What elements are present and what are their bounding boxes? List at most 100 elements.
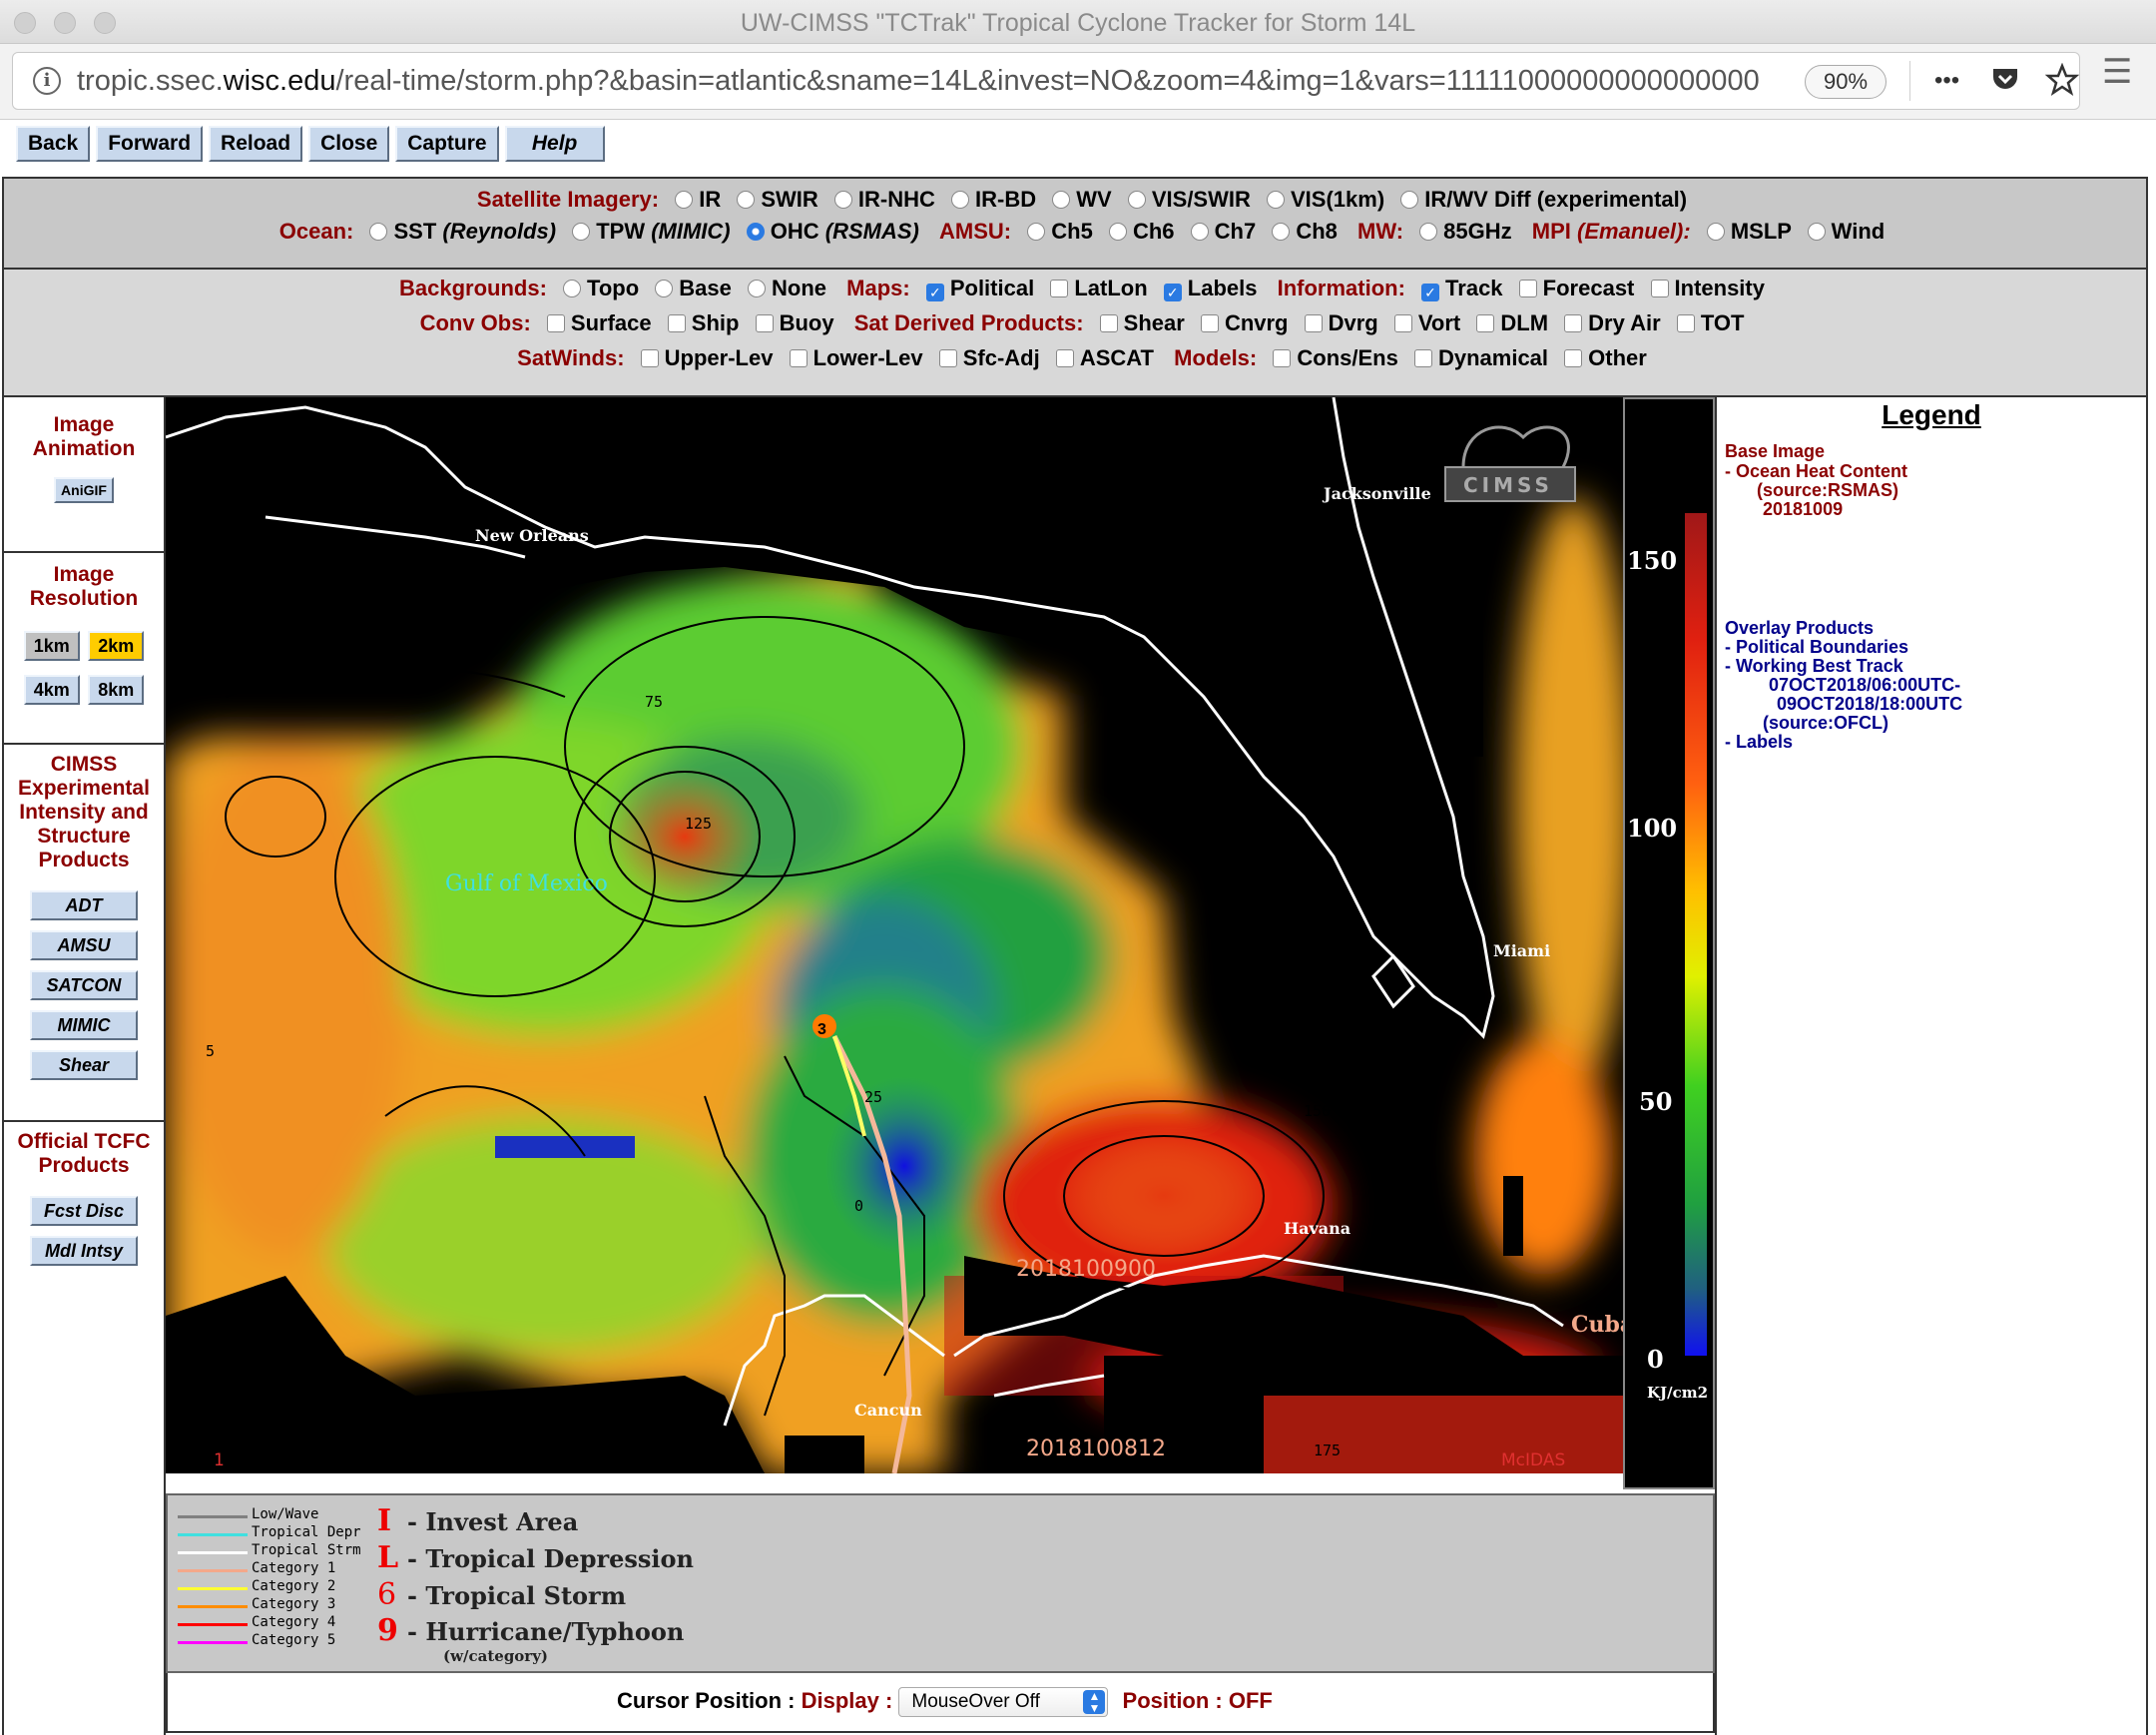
radio-icon[interactable] — [737, 191, 756, 209]
sat-vis1km-option[interactable]: VIS(1km) — [1267, 187, 1384, 212]
shear-button[interactable]: Shear — [30, 1050, 138, 1080]
radio-icon[interactable] — [1267, 191, 1285, 209]
hamburger-menu-icon[interactable]: ☰ — [2102, 52, 2132, 92]
checkbox-checked-icon[interactable]: ✓ — [925, 284, 944, 301]
amsu-ch6-option[interactable]: Ch6 — [1108, 219, 1175, 244]
models-dynamical-option[interactable]: Dynamical — [1413, 345, 1548, 370]
sd-dryair-option[interactable]: Dry Air — [1564, 310, 1661, 335]
radio-icon[interactable] — [748, 280, 767, 297]
forward-button[interactable]: Forward — [96, 126, 204, 162]
radio-icon[interactable] — [1052, 191, 1071, 209]
conv-ship-option[interactable]: Ship — [667, 310, 739, 335]
radio-selected-icon[interactable] — [746, 223, 765, 241]
maps-political-option[interactable]: ✓ Political — [925, 276, 1034, 301]
sw-ascat-option[interactable]: ASCAT — [1055, 345, 1154, 370]
checkbox-icon[interactable] — [1650, 280, 1669, 297]
sw-sfcadj-option[interactable]: Sfc-Adj — [938, 345, 1040, 370]
pocket-icon[interactable] — [1989, 63, 2021, 104]
address-bar[interactable]: i tropic.ssec.wisc.edu/real-time/storm.p… — [12, 52, 2080, 110]
radio-icon[interactable] — [369, 223, 388, 241]
ocean-tpw-option[interactable]: TPW (MIMIC) — [572, 219, 731, 244]
sw-lower-option[interactable]: Lower-Lev — [789, 345, 923, 370]
res-2km-button[interactable]: 2km — [88, 631, 145, 661]
info-icon[interactable]: i — [33, 67, 61, 95]
amsu-ch7-option[interactable]: Ch7 — [1190, 219, 1256, 244]
checkbox-icon[interactable] — [789, 349, 808, 367]
sd-vort-option[interactable]: Vort — [1393, 310, 1460, 335]
radio-icon[interactable] — [1027, 223, 1046, 241]
radio-icon[interactable] — [572, 223, 591, 241]
info-track-option[interactable]: ✓ Track — [1421, 276, 1503, 301]
close-button[interactable]: Close — [308, 126, 390, 162]
conv-buoy-option[interactable]: Buoy — [755, 310, 834, 335]
capture-button[interactable]: Capture — [395, 126, 499, 162]
checkbox-icon[interactable] — [1304, 314, 1323, 332]
models-other-option[interactable]: Other — [1564, 345, 1647, 370]
amsu-button[interactable]: AMSU — [30, 930, 138, 960]
bookmark-star-icon[interactable] — [2044, 62, 2079, 106]
models-consens-option[interactable]: Cons/Ens — [1273, 345, 1398, 370]
sw-upper-option[interactable]: Upper-Lev — [640, 345, 773, 370]
back-button[interactable]: Back — [16, 126, 91, 162]
maps-labels-option[interactable]: ✓ Labels — [1163, 276, 1257, 301]
checkbox-icon[interactable] — [1055, 349, 1074, 367]
url-text[interactable]: tropic.ssec.wisc.edu/real-time/storm.php… — [77, 65, 1760, 98]
checkbox-icon[interactable] — [1273, 349, 1292, 367]
zoom-level-indicator[interactable]: 90% — [1805, 65, 1886, 99]
sat-ir-bd-option[interactable]: IR-BD — [951, 187, 1036, 212]
sd-cnvrg-option[interactable]: Cnvrg — [1200, 310, 1289, 335]
ocean-sst-option[interactable]: SST (Reynolds) — [369, 219, 556, 244]
radio-icon[interactable] — [655, 280, 674, 297]
radio-icon[interactable] — [1272, 223, 1291, 241]
checkbox-icon[interactable] — [640, 349, 659, 367]
radio-icon[interactable] — [1807, 223, 1826, 241]
mimic-button[interactable]: MIMIC — [30, 1010, 138, 1040]
radio-icon[interactable] — [1127, 191, 1146, 209]
sd-shear-option[interactable]: Shear — [1099, 310, 1185, 335]
adt-button[interactable]: ADT — [30, 890, 138, 920]
mdl-intsy-button[interactable]: Mdl Intsy — [30, 1236, 138, 1266]
bg-none-option[interactable]: None — [748, 276, 826, 300]
radio-icon[interactable] — [1190, 223, 1209, 241]
checkbox-icon[interactable] — [1413, 349, 1432, 367]
sd-dlm-option[interactable]: DLM — [1476, 310, 1548, 335]
checkbox-checked-icon[interactable]: ✓ — [1163, 284, 1182, 301]
mw-85ghz-option[interactable]: 85GHz — [1419, 219, 1512, 244]
info-intensity-option[interactable]: Intensity — [1650, 276, 1765, 300]
radio-icon[interactable] — [1419, 223, 1438, 241]
more-icon[interactable]: ••• — [1934, 63, 1959, 99]
checkbox-icon[interactable] — [1518, 280, 1537, 297]
checkbox-icon[interactable] — [667, 314, 686, 332]
sat-ir-option[interactable]: IR — [675, 187, 721, 212]
radio-icon[interactable] — [675, 191, 694, 209]
radio-icon[interactable] — [951, 191, 970, 209]
help-button[interactable]: Help — [504, 126, 605, 162]
satcon-button[interactable]: SATCON — [30, 970, 138, 1000]
res-4km-button[interactable]: 4km — [23, 675, 80, 705]
checkbox-icon[interactable] — [1476, 314, 1495, 332]
radio-icon[interactable] — [1706, 223, 1725, 241]
bg-topo-option[interactable]: Topo — [563, 276, 639, 300]
radio-icon[interactable] — [563, 280, 582, 297]
display-select[interactable]: MouseOver Off ▲ ▼ — [898, 1687, 1109, 1717]
conv-surface-option[interactable]: Surface — [546, 310, 652, 335]
checkbox-icon[interactable] — [1564, 349, 1583, 367]
sat-vis-swir-option[interactable]: VIS/SWIR — [1127, 187, 1251, 212]
sd-tot-option[interactable]: TOT — [1676, 310, 1744, 335]
checkbox-icon[interactable] — [1564, 314, 1583, 332]
anigif-button[interactable]: AniGIF — [54, 477, 114, 503]
ocean-ohc-option[interactable]: OHC (RSMAS) — [746, 219, 919, 244]
amsu-ch8-option[interactable]: Ch8 — [1272, 219, 1338, 244]
fcst-disc-button[interactable]: Fcst Disc — [30, 1196, 138, 1226]
info-forecast-option[interactable]: Forecast — [1518, 276, 1634, 300]
mpi-wind-option[interactable]: Wind — [1807, 219, 1885, 244]
sat-irwv-diff-option[interactable]: IR/WV Diff (experimental) — [1400, 187, 1687, 212]
radio-icon[interactable] — [1108, 223, 1127, 241]
checkbox-icon[interactable] — [1200, 314, 1219, 332]
radio-icon[interactable] — [833, 191, 852, 209]
amsu-ch5-option[interactable]: Ch5 — [1027, 219, 1093, 244]
storm-map-image[interactable]: 3 50 75 100 125 150 175 25 0 5 New Orlea… — [166, 397, 1623, 1473]
checkbox-icon[interactable] — [1050, 280, 1069, 297]
sat-wv-option[interactable]: WV — [1052, 187, 1112, 212]
bg-base-option[interactable]: Base — [655, 276, 732, 300]
